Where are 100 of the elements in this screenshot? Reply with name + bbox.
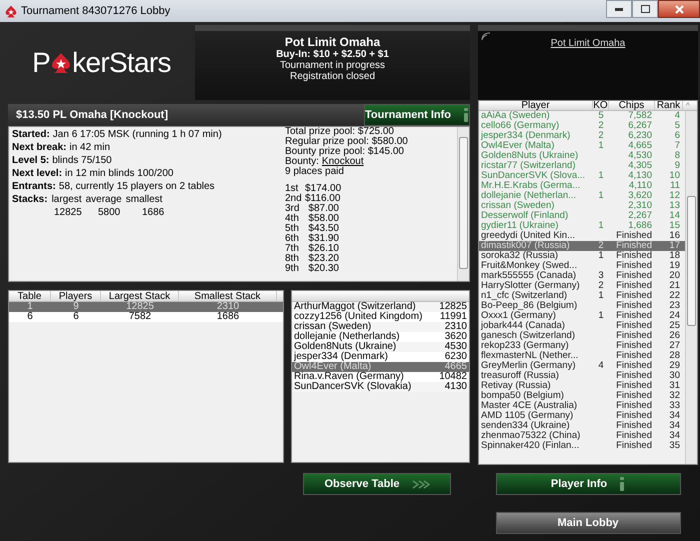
player-row[interactable]: bompa50 (Belgium) Finished 32 [479,391,685,401]
table-row[interactable]: 6 6 7582 1686 [9,312,283,322]
column-header[interactable]: Player [479,101,593,110]
player-row[interactable]: Owl4Ever (Malta) 1 4,665 7 [479,141,685,151]
info-value: 58, currently 15 players on 2 tables [58,180,215,194]
player-row[interactable]: rekop233 (Germany) Finished 27 [479,341,685,351]
player-row[interactable]: jesper334 (Denmark) 2 6,230 6 [479,131,685,141]
player-row[interactable]: gydier11 (Ukraine) 1 1,686 15 [479,221,685,231]
player-row[interactable]: HarrySlotter (Germany) 2 Finished 21 [479,281,685,291]
column-header[interactable]: Chips [609,101,655,110]
player-row[interactable]: dollejanie (Netherlands) 3620 [292,332,469,342]
player-name: Master 4CE (Australia) [481,400,578,411]
table-row[interactable]: 1 9 12825 2310 [9,302,283,312]
scrollbar[interactable] [685,111,697,464]
player-row[interactable]: crissan (Sweden) 2310 [292,322,469,332]
info-label: Level 5: [12,154,50,168]
player-name: rekop233 (Germany) [481,340,569,351]
player-rank: 25 [668,321,681,331]
player-row[interactable]: Golden8Nuts (Ukraine) 4,530 8 [479,151,685,161]
table-cell-text: 1686 [216,312,240,322]
player-row[interactable]: Mr.H.E.Krabs (Germa... 4,110 11 [479,181,685,191]
player-info-button[interactable]: Player Info [496,473,680,495]
player-row[interactable]: Spinnaker420 (Finlan... Finished 35 [479,441,685,451]
stack-value: 5800 [98,206,122,220]
column-header[interactable]: Table [9,291,51,301]
player-row[interactable]: SunDancerSVK (Slova... 1 4,130 10 [479,171,685,181]
player-row[interactable]: Bo-Peep_86 (Belgium) Finished 23 [479,301,685,311]
ko-count: 3 [598,270,604,281]
game-link[interactable]: Pot Limit Omaha [550,36,626,51]
player-row[interactable]: dollejanie (Netherlan... 1 3,620 12 [479,191,685,201]
player-row[interactable]: senden334 (Ukraine) Finished 34 [479,421,685,431]
double-arrow-icon [412,480,430,488]
player-row[interactable]: jesper334 (Denmark) 6230 [292,352,469,362]
column-header[interactable]: Largest Stack [101,291,179,301]
player-row[interactable]: ArthurMaggot (Switzerland) 12825 [292,302,469,312]
column-header[interactable]: KO [593,101,609,110]
player-name: Retivay (Russia) [481,380,551,391]
close-button[interactable] [658,0,700,18]
player-row[interactable]: greedydi (United Kin... Finished 16 [479,231,685,241]
stack-heading: average [86,193,122,207]
tournament-info-button[interactable]: Tournament Info [364,104,470,126]
info-label: Next level: [12,167,62,181]
player-name: crissan (Sweden) [481,200,554,211]
ko-count: 1 [598,220,604,231]
places-paid: 9 places paid [285,167,345,177]
player-row[interactable]: jobark444 (Canada) Finished 25 [479,321,685,331]
player-row[interactable]: Golden8Nuts (Ukraine) 4530 [292,342,469,352]
player-row[interactable]: dimastik007 (Russia) 2 Finished 17 [479,241,685,251]
player-row[interactable]: Fruit&Monkey (Swed... Finished 19 [479,261,685,271]
player-row[interactable]: cello66 (Germany) 2 6,267 5 [479,121,685,131]
ko-count: 1 [598,190,604,201]
player-row[interactable]: flexmasterNL (Nether... Finished 28 [479,351,685,361]
scroll-thumb[interactable] [459,137,468,269]
player-row[interactable]: aAiAa (Sweden) 5 7,582 4 [479,111,685,121]
player-row[interactable]: SunDancerSVK (Slovakia) 4130 [292,382,469,392]
player-row[interactable]: ricstar77 (Switzerland) 4,305 9 [479,161,685,171]
player-row[interactable]: crissan (Sweden) 2,310 13 [479,201,685,211]
column-header[interactable]: Rank [655,101,683,110]
player-row[interactable]: soroka32 (Russia) 1 Finished 18 [479,251,685,261]
player-rank: 26 [668,331,681,341]
bounty-link[interactable]: Knockout [322,157,364,167]
player-chips: Finished [609,311,655,321]
player-row[interactable]: Master 4CE (Australia) Finished 33 [479,401,685,411]
column-header[interactable]: Smallest Stack [179,291,277,301]
player-row[interactable]: GreyMerlin (Germany) 4 Finished 29 [479,361,685,371]
payout-amount: $23.20 [307,254,339,264]
scrollbar[interactable] [457,127,469,281]
main-lobby-button[interactable]: Main Lobby [496,512,680,534]
player-chips: Finished [609,381,655,391]
ko-count: 5 [598,110,604,121]
player-name: Desserwolf (Finland) [481,210,568,221]
player-row[interactable]: mark555555 (Canada) 3 Finished 20 [479,271,685,281]
player-name: cello66 (Germany) [481,120,560,131]
scroll-thumb[interactable] [687,196,696,326]
player-row[interactable]: cozzy1256 (United Kingdom) 11991 [292,312,469,322]
player-rank: 33 [668,401,681,411]
player-row[interactable]: Desserwolf (Finland) 2,267 14 [479,211,685,221]
player-row[interactable]: Owl4Ever (Malta) 4665 [292,362,469,372]
payout-amount: $58.00 [307,214,339,224]
column-header[interactable]: Players [51,291,101,301]
ko-count: 2 [598,130,604,141]
player-chips: 2310 [444,322,467,332]
player-row[interactable]: ganesch (Switzerland) Finished 26 [479,331,685,341]
player-row[interactable]: Oxxx1 (Germany) 1 Finished 24 [479,311,685,321]
header-line: Registration closed [290,71,376,82]
player-chips: 4,530 [609,151,655,161]
maximize-button[interactable] [632,0,658,18]
player-name: Owl4Ever (Malta) [481,140,554,151]
player-rank: 35 [668,441,681,451]
player-row[interactable]: Retivay (Russia) Finished 31 [479,381,685,391]
player-row[interactable]: zhenmao75322 (China) Finished 34 [479,431,685,441]
player-row[interactable]: Rina.v.Raven (Germany) 10482 [292,372,469,382]
player-row[interactable]: n1_cfc (Switzerland) 1 Finished 22 [479,291,685,301]
player-row[interactable]: AMD 1105 (Germany) Finished 34 [479,411,685,421]
player-row[interactable]: treasuroff (Russia) Finished 30 [479,371,685,381]
observe-table-button[interactable]: Observe Table [303,473,451,495]
column-header[interactable] [292,291,469,302]
table-cell-text: 12825 [126,302,155,312]
minimize-button[interactable] [606,0,632,18]
ko-count: 2 [598,120,604,131]
